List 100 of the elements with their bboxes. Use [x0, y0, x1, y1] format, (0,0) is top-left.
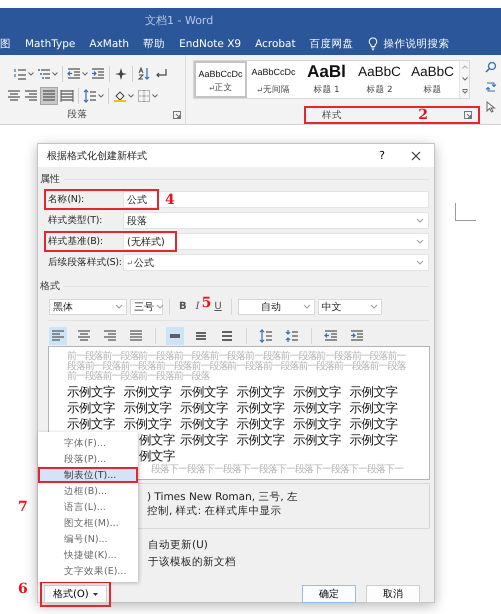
caret-icon [52, 72, 58, 76]
field-label: 后续段落样式(S): [48, 256, 123, 269]
sample-text: 示例文字 [350, 400, 398, 416]
annotation-number: 4 [165, 193, 175, 207]
format-button[interactable]: 格式(O) [44, 585, 107, 603]
chevron-down-icon [416, 239, 424, 244]
preview-next-text: 段落下一段落下一段落下一段落下一段落下一段落下一段落下一 [151, 464, 403, 475]
dropdown[interactable]: (无样式) [123, 233, 429, 250]
dialog-launcher-icon [173, 111, 181, 120]
preview-previous-text: 前一段落前一段落前一段落前一段落前一段落前一段落前一段落前一段落前一段落前一段落前一段落前一段落前一段落前一段落前一段落前一段落前一段落前一段落前一段落前一段落前一段落前一段落前一段落 [67, 352, 407, 382]
sample-text: 示例文字 [350, 416, 398, 432]
sample-text: 示例文字 [293, 416, 341, 432]
dropdown[interactable]: 段落 [123, 212, 429, 229]
paragraph-mark-icon [208, 85, 214, 91]
menu-item[interactable]: 语言(L)... [38, 499, 138, 515]
alignment-button[interactable] [40, 87, 58, 106]
toolbar-button[interactable] [82, 87, 105, 106]
menu-item[interactable]: 字体(F)... [38, 435, 138, 451]
align-left-icon [51, 328, 65, 342]
menu-item[interactable]: 制表位(T)... [38, 467, 138, 483]
paragraph-button[interactable] [257, 326, 275, 344]
close-icon [411, 150, 421, 160]
menu-tab[interactable]: 图 [0, 37, 11, 51]
language-dropdown[interactable]: 中文 [318, 298, 382, 314]
align-right-icon [103, 328, 117, 342]
paragraph-button[interactable] [166, 326, 184, 344]
chevron-down-icon [416, 218, 424, 223]
color-dropdown[interactable]: 自动 [238, 298, 315, 314]
double-spacing-icon [220, 328, 234, 342]
align-center-icon [77, 328, 91, 342]
description-text: ) Times New Roman, 三号, 左 [147, 490, 300, 504]
sample-text: 示例文字 [236, 416, 284, 432]
size-dropdown[interactable]: 三号 [130, 298, 163, 314]
window-title: 文档1 - Word [145, 13, 214, 29]
menu-tab[interactable]: 帮助 [143, 37, 166, 51]
sample-text: 示例文字 [67, 384, 115, 400]
font-dropdown[interactable]: 黑体 [49, 298, 127, 314]
bold-button[interactable]: B [176, 301, 190, 312]
more-icon [462, 89, 468, 94]
search-field[interactable]: 操作说明搜索 [384, 37, 450, 51]
dialog-title: 根据格式化创建新样式 [47, 150, 147, 162]
sample-text: 示例文字 [180, 416, 228, 432]
sample-text: 示例文字 [236, 384, 284, 400]
section-heading: 格式 [40, 280, 60, 293]
menu-item[interactable]: 快捷键(K)... [38, 547, 138, 563]
menu-tab[interactable]: MathType [25, 38, 76, 50]
sample-text: 例文字 [139, 432, 175, 448]
group-label: 样式 [322, 108, 342, 122]
help-button[interactable]: ? [376, 149, 388, 162]
increase-indent-icon [91, 67, 105, 82]
replace-icon [485, 81, 497, 93]
more-styles-button[interactable] [460, 86, 469, 98]
menu-item[interactable]: 文字效果(E)... [38, 563, 138, 579]
style-item[interactable]: AaBbCcDc 正文 [194, 61, 247, 98]
sample-text: 示例文字 [180, 384, 228, 400]
sample-text: 示例文字 [293, 432, 341, 448]
field-label: 名称(N): [48, 193, 85, 206]
underline-button[interactable]: U [211, 301, 225, 312]
menu-item[interactable]: 图文框(M)... [38, 515, 138, 531]
italic-button[interactable]: I [192, 301, 203, 312]
section-heading: 属性 [40, 172, 60, 186]
menu-item[interactable]: 编号(N)... [38, 531, 138, 547]
margin-mark [455, 203, 476, 221]
menu-tab[interactable]: Acrobat [255, 38, 296, 50]
option-label[interactable]: 自动更新(U) [148, 539, 429, 552]
align-right-icon [24, 89, 38, 104]
ok-button[interactable]: 确定 [302, 585, 356, 603]
menu-item[interactable]: 段落(P)... [38, 451, 138, 467]
paragraph-spacing-icon [285, 328, 299, 342]
description-text: 控制, 样式: 在样式库中显示 [147, 504, 283, 518]
chevron-down-icon [416, 260, 424, 265]
decrease-indent-icon [324, 328, 338, 342]
cancel-button[interactable]: 取消 [366, 585, 420, 603]
sample-text: 示例文字 [124, 400, 172, 416]
sample-text: 示例文字 [236, 400, 284, 416]
sample-text: 示例文字 [180, 400, 228, 416]
option-label[interactable]: 于该模板的新文档 [148, 556, 429, 569]
caret-icon [152, 94, 158, 98]
down-icon [462, 77, 468, 82]
menu-item[interactable]: 边框(B)... [38, 483, 138, 499]
scroll-down-button[interactable] [460, 73, 469, 86]
pointer-icon [485, 101, 497, 113]
justify-icon [129, 328, 143, 342]
menu-tab[interactable]: 百度网盘 [310, 37, 354, 51]
decrease-indent-icon [67, 67, 81, 82]
chevron-down-icon [115, 304, 123, 309]
align-center-icon [7, 89, 21, 104]
field-label: 样式类型(T): [48, 214, 104, 227]
group-label: 段落 [68, 108, 88, 121]
menu-tab[interactable]: EndNote X9 [179, 38, 242, 50]
lightbulb-icon [368, 37, 378, 51]
dropdown[interactable]: 公式 [123, 254, 429, 271]
paragraph-button[interactable] [49, 326, 67, 344]
dialog-launcher-icon [464, 111, 472, 119]
sample-text: 示例文字 [350, 384, 398, 400]
sample-text: 例文字 [139, 448, 175, 464]
chevron-down-icon [370, 304, 378, 309]
menu-tab[interactable]: AxMath [89, 38, 130, 50]
increase-indent-icon [350, 328, 364, 342]
annotation-number: 6 [18, 581, 28, 597]
